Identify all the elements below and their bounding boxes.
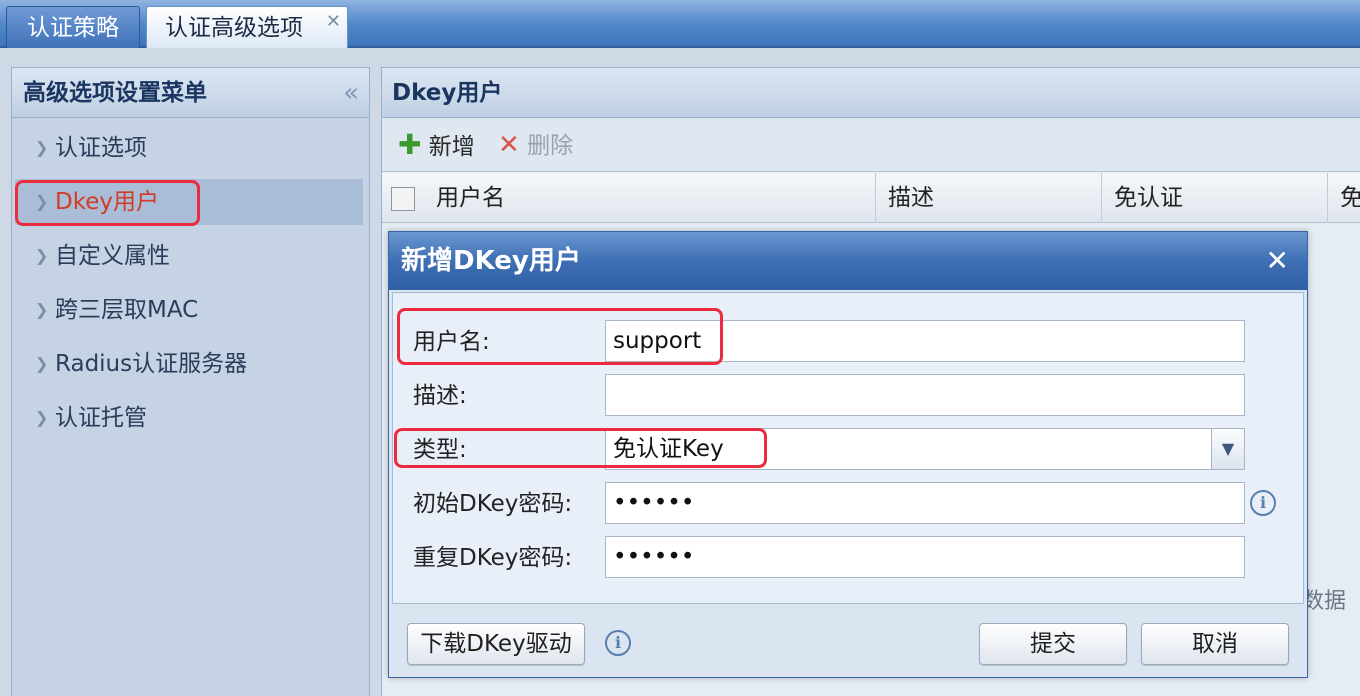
column-header-description[interactable]: 描述 (876, 173, 1102, 223)
description-label: 描述: (413, 383, 467, 409)
column-label: 用户名 (436, 185, 505, 211)
chevron-right-icon: ❯ (35, 246, 49, 265)
dialog-footer: 下载DKey驱动 i 提交 取消 (389, 608, 1307, 678)
chevron-right-icon: ❯ (35, 192, 49, 211)
sidebar-item-label: 跨三层取MAC (55, 297, 199, 323)
grid-header: 用户名 描述 免认证 免 (382, 173, 1360, 223)
chevron-down-icon[interactable]: ▼ (1211, 429, 1244, 469)
type-label: 类型: (413, 437, 467, 463)
no-data-text: 数据 (1302, 589, 1347, 614)
sidebar-item-label: 认证选项 (55, 135, 147, 161)
delete-icon: ✕ (498, 130, 520, 160)
sidebar: 高级选项设置菜单 « ❯ 认证选项 ❯ Dkey用户 ❯ 自定义属性 ❯ 跨三层… (11, 67, 370, 696)
init-password-label: 初始DKey密码: (413, 491, 573, 517)
delete-label: 删除 (527, 133, 574, 159)
repeat-password-label: 重复DKey密码: (413, 545, 573, 571)
sidebar-item-custom-attributes[interactable]: ❯ 自定义属性 (15, 233, 363, 279)
panel-title: Dkey用户 (382, 68, 1360, 118)
close-icon[interactable]: ✕ (1266, 232, 1289, 290)
username-label: 用户名: (413, 329, 490, 355)
sidebar-title: 高级选项设置菜单 (23, 80, 207, 106)
init-password-field[interactable]: •••••• (605, 482, 1245, 524)
dialog-title-bar: 新增DKey用户 ✕ (389, 232, 1307, 290)
type-select-value: 免认证Key (613, 436, 724, 462)
close-icon[interactable]: ✕ (326, 1, 341, 43)
column-header-exempt[interactable]: 免认证 (1102, 173, 1328, 223)
top-tab-bar: 认证策略 认证高级选项 ✕ (0, 0, 1360, 48)
sidebar-item-label: Dkey用户 (55, 189, 159, 215)
tab-label: 认证策略 (27, 15, 119, 41)
username-field[interactable]: support (605, 320, 1245, 362)
add-dkey-user-dialog: 新增DKey用户 ✕ 用户名: support 描述: 类型: 免认证Key ▼… (388, 231, 1308, 678)
chevron-right-icon: ❯ (35, 354, 49, 373)
download-driver-button[interactable]: 下载DKey驱动 (407, 623, 585, 665)
tab-auth-advanced[interactable]: 认证高级选项 ✕ (146, 6, 348, 48)
description-field[interactable] (605, 374, 1245, 416)
sidebar-item-cross-layer-mac[interactable]: ❯ 跨三层取MAC (15, 287, 363, 333)
column-label: 免认证 (1114, 185, 1183, 211)
collapse-icon[interactable]: « (343, 68, 359, 118)
info-icon[interactable]: i (1250, 490, 1276, 516)
plus-icon: ✚ (398, 128, 422, 161)
repeat-password-field[interactable]: •••••• (605, 536, 1245, 578)
dialog-title: 新增DKey用户 (401, 246, 581, 276)
dialog-form: 用户名: support 描述: 类型: 免认证Key ▼ 初始DKey密码: … (392, 292, 1304, 604)
select-all-checkbox[interactable] (391, 187, 415, 211)
sidebar-item-label: Radius认证服务器 (55, 351, 248, 377)
column-label: 描述 (888, 185, 934, 211)
chevron-right-icon: ❯ (35, 408, 49, 427)
info-icon[interactable]: i (605, 630, 631, 656)
add-button[interactable]: ✚ 新增 (398, 118, 475, 172)
toolbar: ✚ 新增 ✕ 删除 (382, 118, 1360, 172)
sidebar-item-label: 自定义属性 (55, 243, 170, 269)
delete-button[interactable]: ✕ 删除 (498, 118, 573, 172)
chevron-right-icon: ❯ (35, 138, 49, 157)
add-label: 新增 (428, 134, 475, 160)
tab-auth-policy[interactable]: 认证策略 (6, 6, 140, 48)
column-label: 免 (1340, 185, 1360, 211)
sidebar-item-label: 认证托管 (55, 405, 147, 431)
sidebar-item-dkey-users[interactable]: ❯ Dkey用户 (15, 179, 363, 225)
chevron-right-icon: ❯ (35, 300, 49, 319)
sidebar-item-auth-hosting[interactable]: ❯ 认证托管 (15, 395, 363, 441)
type-select[interactable]: 免认证Key ▼ (605, 428, 1245, 470)
submit-button[interactable]: 提交 (979, 623, 1127, 665)
cancel-button[interactable]: 取消 (1141, 623, 1289, 665)
column-header-exempt-2[interactable]: 免 (1328, 173, 1360, 223)
column-header-username[interactable]: 用户名 (424, 173, 876, 223)
sidebar-item-radius-server[interactable]: ❯ Radius认证服务器 (15, 341, 363, 387)
tab-label: 认证高级选项 (165, 15, 303, 41)
sidebar-header: 高级选项设置菜单 « (12, 68, 369, 118)
sidebar-item-auth-options[interactable]: ❯ 认证选项 (15, 125, 363, 171)
